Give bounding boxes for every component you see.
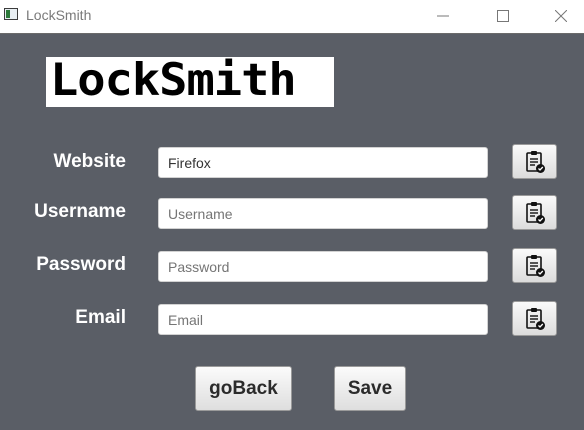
username-input[interactable]: [158, 198, 488, 229]
copy-username-button[interactable]: [512, 195, 557, 230]
minimize-icon: [437, 15, 449, 17]
clipboard-check-icon: [525, 201, 545, 224]
window-title: LockSmith: [26, 7, 92, 23]
email-input[interactable]: [158, 304, 488, 335]
username-label: Username: [34, 201, 126, 222]
email-label: Email: [75, 307, 126, 328]
app-icon: [4, 8, 18, 20]
minimize-button[interactable]: [420, 0, 466, 32]
clipboard-check-icon: [525, 150, 545, 173]
maximize-icon: [497, 10, 509, 22]
locksmith-logo: LockSmith: [46, 54, 334, 107]
close-button[interactable]: [538, 0, 584, 32]
copy-password-button[interactable]: [512, 248, 557, 283]
save-button[interactable]: Save: [334, 366, 406, 411]
website-input[interactable]: [158, 147, 488, 178]
maximize-button[interactable]: [480, 0, 526, 32]
password-label: Password: [36, 254, 126, 275]
copy-website-button[interactable]: [512, 144, 557, 179]
clipboard-check-icon: [525, 254, 545, 277]
password-input[interactable]: [158, 251, 488, 282]
go-back-button[interactable]: goBack: [195, 366, 292, 411]
clipboard-check-icon: [525, 307, 545, 330]
window-titlebar: LockSmith: [0, 0, 584, 34]
website-label: Website: [53, 151, 126, 172]
copy-email-button[interactable]: [512, 301, 557, 336]
close-icon: [555, 10, 567, 22]
logo-text: LockSmith: [50, 54, 297, 107]
